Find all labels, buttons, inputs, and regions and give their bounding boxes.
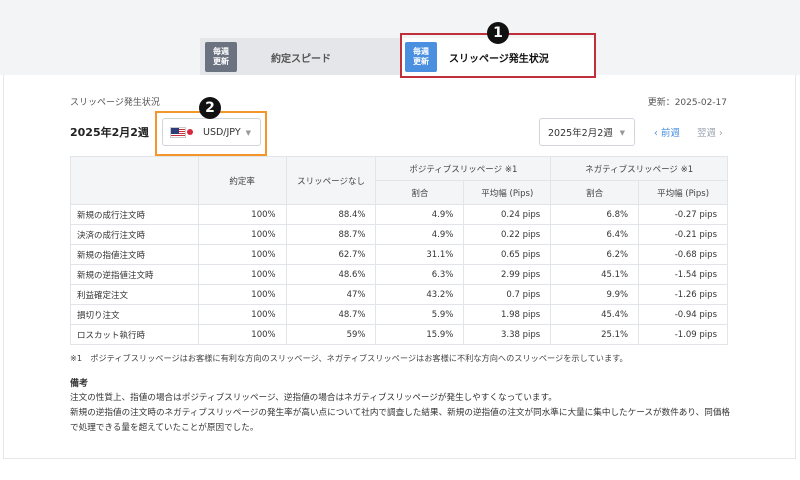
note-line: 注文の性質上、指値の場合はポジティブスリッページ、逆指値の場合はネガティブスリッ…: [70, 393, 557, 403]
cell-positive-avg: 2.99 pips: [463, 264, 552, 285]
cell-negative-ratio: 45.1%: [550, 264, 640, 285]
notes-title: 備考: [70, 379, 89, 389]
cell-negative-ratio: 9.9%: [550, 284, 640, 305]
updated-date: 更新：2025-02-17: [647, 98, 727, 108]
cell-positive-avg: 1.98 pips: [463, 304, 552, 325]
cell-positive-ratio: 4.9%: [375, 204, 465, 225]
header-positive-ratio: 割合: [375, 180, 465, 205]
cell-no-slippage: 47%: [285, 284, 377, 305]
cell-negative-avg: -0.21 pips: [638, 224, 728, 245]
prev-week-link[interactable]: ‹ 前週: [654, 125, 680, 139]
cell-positive-ratio: 4.9%: [375, 224, 465, 245]
cell-negative-ratio: 45.4%: [550, 304, 640, 325]
cell-fill-rate: 100%: [197, 304, 287, 325]
cell-positive-ratio: 43.2%: [375, 284, 465, 305]
header-no-slippage: スリッページなし: [285, 156, 377, 205]
cell-no-slippage: 48.6%: [285, 264, 377, 285]
week-select-value: 2025年2月2週: [548, 128, 613, 139]
header-negative-slippage: ネガティブスリッページ ※1: [550, 156, 728, 181]
table-row: 損切り注文 100% 48.7% 5.9% 1.98 pips 45.4% -0…: [70, 304, 728, 325]
cell-fill-rate: 100%: [197, 284, 287, 305]
cell-negative-avg: -0.27 pips: [638, 204, 728, 225]
cell-positive-avg: 0.24 pips: [463, 204, 552, 225]
cell-negative-ratio: 6.2%: [550, 244, 640, 265]
header-fill-rate: 約定率: [197, 156, 287, 205]
table-row: 利益確定注文 100% 47% 43.2% 0.7 pips 9.9% -1.2…: [70, 284, 728, 305]
cell-no-slippage: 88.7%: [285, 224, 377, 245]
cell-negative-ratio: 6.4%: [550, 224, 640, 245]
header-positive-slippage: ポジティブスリッページ ※1: [375, 156, 552, 181]
badge-line2: 更新: [213, 57, 229, 66]
weekly-update-badge: 毎週 更新: [205, 42, 237, 72]
cell-positive-avg: 0.65 pips: [463, 244, 552, 265]
caret-down-icon: ▼: [619, 129, 625, 137]
week-label: 2025年2月2週: [70, 126, 149, 139]
cell-negative-avg: -0.68 pips: [638, 244, 728, 265]
cell-fill-rate: 100%: [197, 204, 287, 225]
note-line: 新規の逆指値の注文時のネガティブスリッページの発生率が高い点について社内で調査し…: [70, 408, 731, 433]
row-label: 新規の成行注文時: [70, 204, 199, 225]
cell-positive-ratio: 5.9%: [375, 304, 465, 325]
cell-fill-rate: 100%: [197, 244, 287, 265]
row-label: ロスカット執行時: [70, 324, 199, 345]
table-row: 新規の逆指値注文時 100% 48.6% 6.3% 2.99 pips 45.1…: [70, 264, 728, 285]
callout-number-2: 2: [199, 97, 221, 119]
cell-negative-avg: -1.54 pips: [638, 264, 728, 285]
table-row: 新規の指値注文時 100% 62.7% 31.1% 0.65 pips 6.2%…: [70, 244, 728, 265]
cell-positive-avg: 0.22 pips: [463, 224, 552, 245]
cell-negative-avg: -1.26 pips: [638, 284, 728, 305]
table-row: 新規の成行注文時 100% 88.4% 4.9% 0.24 pips 6.8% …: [70, 204, 728, 225]
notes: 注文の性質上、指値の場合はポジティブスリッページ、逆指値の場合はネガティブスリッ…: [70, 391, 730, 436]
row-label: 決済の成行注文時: [70, 224, 199, 245]
cell-positive-ratio: 15.9%: [375, 324, 465, 345]
header-negative-avg: 平均幅 (Pips): [638, 180, 728, 205]
row-label: 新規の指値注文時: [70, 244, 199, 265]
footnote: ※1 ポジティブスリッページはお客様に有利な方向のスリッページ、ネガティブスリッ…: [70, 353, 628, 363]
cell-fill-rate: 100%: [197, 224, 287, 245]
header-positive-avg: 平均幅 (Pips): [463, 180, 552, 205]
table-row: 決済の成行注文時 100% 88.7% 4.9% 0.22 pips 6.4% …: [70, 224, 728, 245]
cell-positive-avg: 3.38 pips: [463, 324, 552, 345]
cell-fill-rate: 100%: [197, 324, 287, 345]
cell-positive-avg: 0.7 pips: [463, 284, 552, 305]
tab-execution-speed[interactable]: 毎週 更新 約定スピード: [200, 38, 400, 76]
header-negative-ratio: 割合: [550, 180, 640, 205]
cell-negative-avg: -0.94 pips: [638, 304, 728, 325]
row-label: 新規の逆指値注文時: [70, 264, 199, 285]
cell-no-slippage: 62.7%: [285, 244, 377, 265]
section-title: スリッページ発生状況: [70, 98, 160, 108]
cell-negative-avg: -1.09 pips: [638, 324, 728, 345]
cell-no-slippage: 48.7%: [285, 304, 377, 325]
header-empty: [70, 156, 199, 205]
cell-positive-ratio: 6.3%: [375, 264, 465, 285]
cell-negative-ratio: 25.1%: [550, 324, 640, 345]
badge-line1: 毎週: [213, 47, 229, 56]
table-row: ロスカット執行時 100% 59% 15.9% 3.38 pips 25.1% …: [70, 324, 728, 345]
callout-number-1: 1: [487, 22, 509, 44]
row-label: 損切り注文: [70, 304, 199, 325]
cell-no-slippage: 88.4%: [285, 204, 377, 225]
slippage-table: 約定率 スリッページなし ポジティブスリッページ ※1 ネガティブスリッページ …: [70, 156, 728, 345]
week-select[interactable]: 2025年2月2週 ▼: [539, 118, 635, 146]
cell-negative-ratio: 6.8%: [550, 204, 640, 225]
tab-label: 約定スピード: [271, 53, 331, 65]
next-week-link[interactable]: 翌週 ›: [697, 125, 723, 139]
cell-positive-ratio: 31.1%: [375, 244, 465, 265]
row-label: 利益確定注文: [70, 284, 199, 305]
cell-fill-rate: 100%: [197, 264, 287, 285]
cell-no-slippage: 59%: [285, 324, 377, 345]
